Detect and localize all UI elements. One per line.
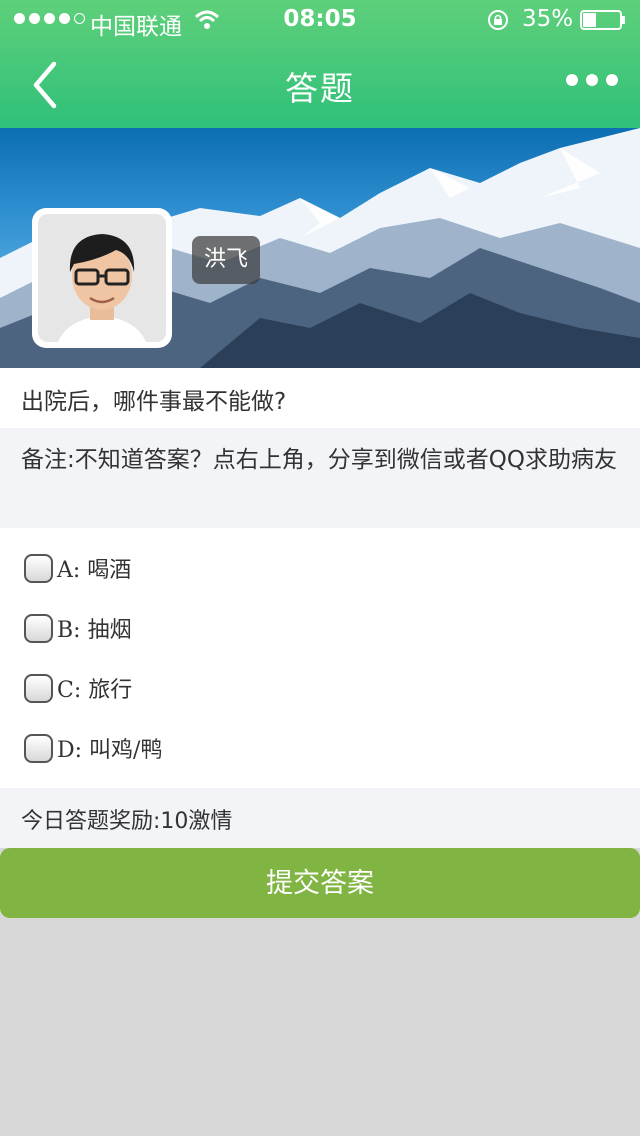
checkbox[interactable]: [24, 553, 53, 583]
option-label: C: 旅行: [57, 678, 133, 703]
rotation-lock-icon: [488, 10, 508, 30]
header: 中国联通 08:05 35% 答题: [0, 0, 640, 128]
option-label: A: 喝酒: [57, 558, 132, 583]
status-bar: 中国联通 08:05 35%: [0, 0, 640, 40]
checkbox[interactable]: [24, 673, 53, 703]
answer-options: A: 喝酒 B: 抽烟 C: 旅行 D: 叫鸡/鸭: [0, 528, 640, 788]
option-d[interactable]: D: 叫鸡/鸭: [24, 728, 162, 768]
checkbox[interactable]: [24, 733, 53, 763]
option-label: B: 抽烟: [57, 618, 132, 643]
more-options-button[interactable]: [566, 74, 618, 86]
option-c[interactable]: C: 旅行: [24, 668, 132, 708]
more-dots-icon: [566, 74, 578, 86]
avatar[interactable]: [38, 214, 166, 342]
daily-reward-text: 今日答题奖励:10激情: [0, 788, 640, 848]
submit-answer-button[interactable]: 提交答案: [0, 848, 640, 918]
question-note: 备注:不知道答案？点右上角，分享到微信或者QQ求助病友: [0, 428, 640, 528]
option-a[interactable]: A: 喝酒: [24, 548, 131, 588]
option-b[interactable]: B: 抽烟: [24, 608, 132, 648]
profile-banner: 洪飞: [0, 128, 640, 368]
avatar-frame: [32, 208, 172, 348]
option-label: D: 叫鸡/鸭: [57, 738, 163, 763]
username-label: 洪飞: [192, 236, 261, 284]
page-title: 答题: [285, 69, 355, 108]
battery-icon: [580, 10, 625, 30]
battery-percentage: 35%: [522, 6, 574, 32]
checkbox[interactable]: [24, 613, 53, 643]
question-text: 出院后，哪件事最不能做?: [0, 368, 640, 428]
